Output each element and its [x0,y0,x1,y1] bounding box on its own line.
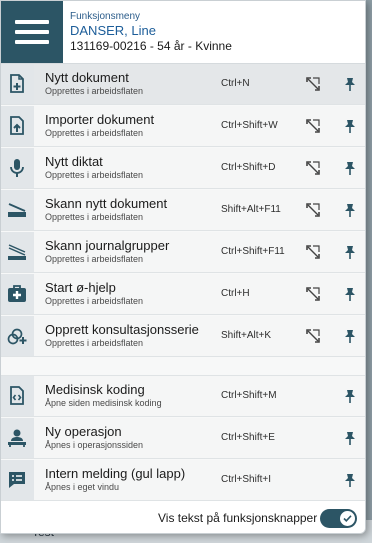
menu-item-shortcut: Ctrl+Shift+M [221,390,277,401]
menu-item-opprett-konsultasjonsserie[interactable]: Opprett konsultasjonsserie Opprettes i a… [1,316,365,357]
surgery-icon [1,418,34,458]
pin-icon[interactable] [344,329,356,343]
menu-item-sublabel: Opprettes i arbeidsflaten [45,296,144,306]
import-document-icon [1,106,34,146]
menu-item-label: Nytt dokument [45,70,129,85]
pin-icon[interactable] [344,389,356,403]
menu-item-shortcut: Ctrl+N [221,78,250,89]
pin-icon[interactable] [344,473,356,487]
menu-item-label: Intern melding (gul lapp) [45,466,186,481]
toggle-knob [340,511,355,526]
hamburger-menu-button[interactable] [1,1,63,63]
show-text-toggle-label: Vis tekst på funksjonsknapper [158,511,318,525]
menu-item-sublabel: Opprettes i arbeidsflaten [45,128,144,138]
scanner-icon [1,190,34,230]
open-in-window-icon[interactable] [306,287,320,301]
menu-item-shortcut: Ctrl+Shift+D [221,162,276,173]
menu-item-shortcut: Ctrl+Shift+F11 [221,246,285,257]
menu-item-sublabel: Åpnes i eget vindu [45,482,120,492]
menu-item-nytt-diktat[interactable]: Nytt diktat Opprettes i arbeidsflaten Ct… [1,148,365,189]
open-in-window-icon[interactable] [306,203,320,217]
function-menu-panel: Funksjonsmeny DANSER, Line 131169-00216 … [0,0,366,534]
menu-item-medisinsk-koding[interactable]: Medisinsk koding Åpne siden medisinsk ko… [1,376,365,417]
menu-item-sublabel: Åpnes i operasjonssiden [45,440,144,450]
menu-item-sublabel: Opprettes i arbeidsflaten [45,212,144,222]
menu-item-label: Medisinsk koding [45,382,145,397]
menu-item-shortcut: Ctrl+Shift+I [221,474,272,485]
patient-info: 131169-00216 - 54 år - Kvinne [70,39,232,53]
checkmark-icon [343,515,352,522]
menu-item-skann-nytt-dokument[interactable]: Skann nytt dokument Opprettes i arbeidsf… [1,190,365,231]
show-text-toggle[interactable] [320,509,357,528]
open-in-window-icon[interactable] [306,245,320,259]
add-document-icon [1,64,34,104]
menu-item-label: Importer dokument [45,112,155,127]
pin-icon[interactable] [344,119,356,133]
menu-item-nytt-dokument[interactable]: Nytt dokument Opprettes i arbeidsflaten … [1,64,365,105]
menu-item-sublabel: Opprettes i arbeidsflaten [45,86,144,96]
code-document-icon [1,376,34,416]
menu-header: Funksjonsmeny DANSER, Line 131169-00216 … [1,1,365,64]
pin-icon[interactable] [344,245,356,259]
scanner-stack-icon [1,232,34,272]
pin-icon[interactable] [344,287,356,301]
menu-item-importer-dokument[interactable]: Importer dokument Opprettes i arbeidsfla… [1,106,365,147]
menu-item-start-o-hjelp[interactable]: Start ø-hjelp Opprettes i arbeidsflaten … [1,274,365,315]
pin-icon[interactable] [344,161,356,175]
open-in-window-icon[interactable] [306,77,320,91]
menu-item-ny-operasjon[interactable]: Ny operasjon Åpnes i operasjonssiden Ctr… [1,418,365,459]
menu-item-shortcut: Ctrl+Shift+W [221,120,278,131]
menu-footer: Vis tekst på funksjonsknapper [1,501,365,533]
menu-item-shortcut: Ctrl+H [221,288,250,299]
menu-item-intern-melding[interactable]: Intern melding (gul lapp) Åpnes i eget v… [1,460,365,501]
menu-item-shortcut: Ctrl+Shift+E [221,432,275,443]
menu-item-sublabel: Åpne siden medisinsk koding [45,398,162,408]
menu-item-label: Start ø-hjelp [45,280,116,295]
menu-item-label: Nytt diktat [45,154,103,169]
menu-item-skann-journalgrupper[interactable]: Skann journalgrupper Opprettes i arbeids… [1,232,365,273]
consultation-series-icon [1,316,34,356]
menu-item-label: Skann journalgrupper [45,238,170,253]
group-divider [1,359,365,376]
pin-icon[interactable] [344,77,356,91]
menu-item-sublabel: Opprettes i arbeidsflaten [45,338,144,348]
first-aid-kit-icon [1,274,34,314]
menu-item-sublabel: Opprettes i arbeidsflaten [45,254,144,264]
menu-item-sublabel: Opprettes i arbeidsflaten [45,170,144,180]
menu-item-shortcut: Shift+Alt+F11 [221,204,281,215]
menu-item-label: Opprett konsultasjonsserie [45,322,199,337]
microphone-icon [1,148,34,188]
menu-title: Funksjonsmeny [70,11,141,22]
menu-item-shortcut: Shift+Alt+K [221,330,272,341]
open-in-window-icon[interactable] [306,119,320,133]
menu-item-label: Skann nytt dokument [45,196,168,211]
menu-item-label: Ny operasjon [45,424,122,439]
pin-icon[interactable] [344,431,356,445]
patient-name: DANSER, Line [70,23,156,38]
open-in-window-icon[interactable] [306,329,320,343]
pin-icon[interactable] [344,203,356,217]
message-icon [1,460,34,500]
open-in-window-icon[interactable] [306,161,320,175]
